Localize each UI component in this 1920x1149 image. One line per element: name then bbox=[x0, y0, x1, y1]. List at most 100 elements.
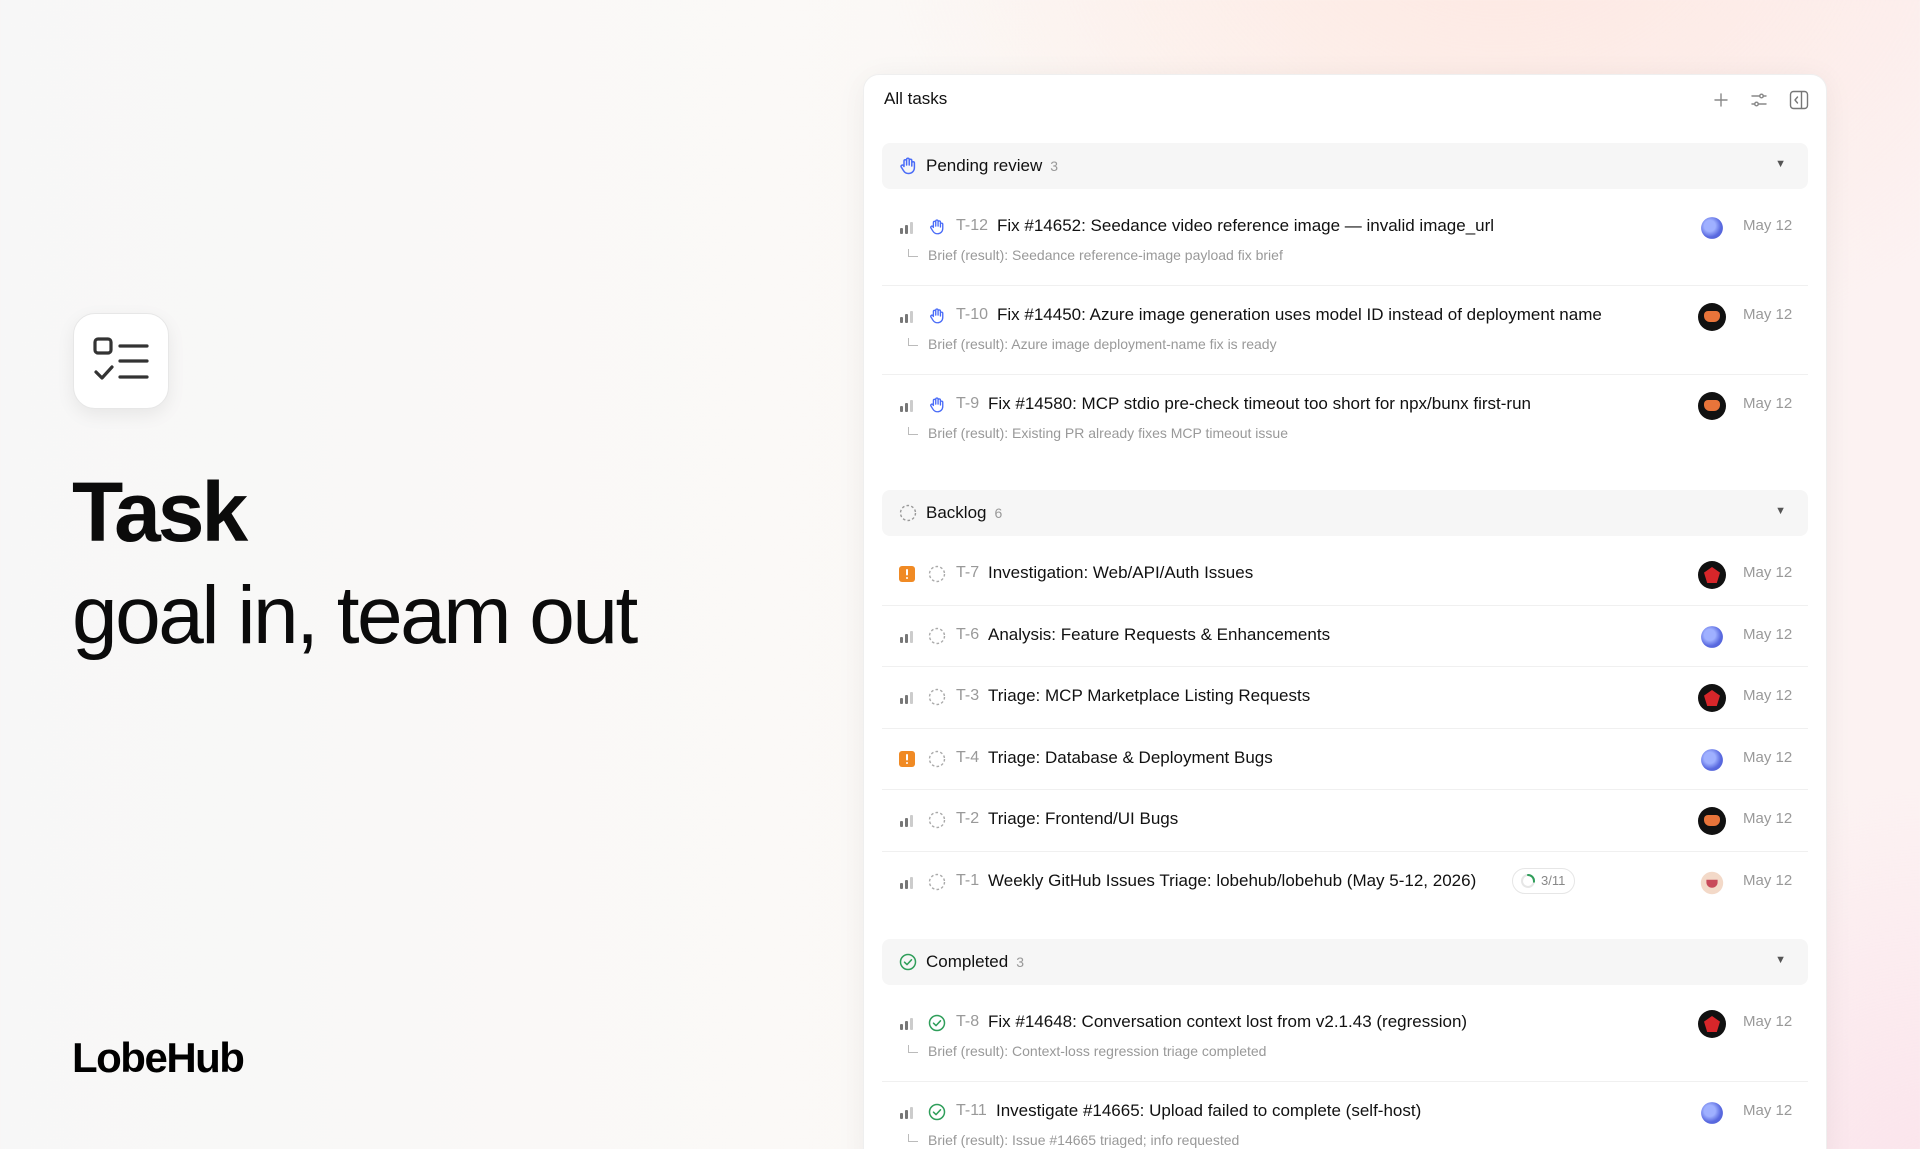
task-row[interactable]: T-3 Triage: MCP Marketplace Listing Requ… bbox=[882, 667, 1808, 729]
priority-bars-icon[interactable] bbox=[899, 689, 915, 705]
assignee-avatar[interactable] bbox=[1698, 684, 1726, 712]
panel-header: All tasks bbox=[864, 75, 1826, 123]
dashed-circle-icon[interactable] bbox=[928, 688, 946, 706]
dashed-circle-icon[interactable] bbox=[928, 873, 946, 891]
hand-icon[interactable] bbox=[928, 307, 946, 325]
caret-down-icon[interactable]: ▼ bbox=[1775, 954, 1786, 966]
check-circle-icon[interactable] bbox=[928, 1103, 946, 1121]
task-id: T-2 bbox=[956, 810, 980, 827]
task-title[interactable]: Fix #14648: Conversation context lost fr… bbox=[988, 1012, 1467, 1032]
dashed-circle-icon bbox=[898, 503, 918, 523]
task-date: May 12 bbox=[1743, 810, 1793, 827]
task-title[interactable]: Fix #14580: MCP stdio pre-check timeout … bbox=[988, 394, 1531, 414]
group-name: Pending review bbox=[926, 156, 1043, 175]
dashed-circle-icon[interactable] bbox=[928, 811, 946, 829]
check-circle-icon bbox=[898, 952, 918, 972]
assignee-avatar[interactable] bbox=[1701, 217, 1723, 239]
filter-button[interactable] bbox=[1746, 87, 1772, 113]
caret-down-icon[interactable]: ▼ bbox=[1775, 158, 1786, 170]
task-id: T-3 bbox=[956, 687, 980, 704]
task-id: T-8 bbox=[956, 1013, 980, 1030]
hero-subtitle: goal in, team out bbox=[72, 570, 638, 661]
add-task-button[interactable] bbox=[1708, 87, 1734, 113]
task-title[interactable]: Investigation: Web/API/Auth Issues bbox=[988, 563, 1253, 583]
task-row[interactable]: T-11 Investigate #14665: Upload failed t… bbox=[882, 1082, 1808, 1149]
task-title[interactable]: Weekly GitHub Issues Triage: lobehub/lob… bbox=[988, 871, 1476, 891]
task-date: May 12 bbox=[1743, 395, 1793, 412]
task-id: T-4 bbox=[956, 748, 980, 766]
priority-bars-icon[interactable] bbox=[899, 812, 915, 828]
assignee-avatar[interactable] bbox=[1701, 625, 1723, 648]
task-id: T-10 bbox=[956, 306, 989, 323]
task-title[interactable]: Triage: Frontend/UI Bugs bbox=[988, 809, 1178, 829]
task-title[interactable]: Triage: Database & Deployment Bugs bbox=[988, 748, 1273, 768]
task-row[interactable]: T-6 Analysis: Feature Requests & Enhance… bbox=[882, 606, 1808, 667]
task-title[interactable]: Triage: MCP Marketplace Listing Requests bbox=[988, 686, 1310, 706]
task-row[interactable]: T-1 Weekly GitHub Issues Triage: lobehub… bbox=[882, 852, 1808, 914]
hand-icon[interactable] bbox=[928, 218, 946, 236]
hand-icon bbox=[898, 156, 918, 176]
group-pending-review[interactable]: Pending review 3 ▼ bbox=[882, 143, 1808, 189]
group-count: 3 bbox=[1016, 954, 1025, 970]
task-row[interactable]: T-2 Triage: Frontend/UI Bugs May 12 bbox=[882, 790, 1808, 852]
hand-icon[interactable] bbox=[928, 396, 946, 414]
priority-bars-icon[interactable] bbox=[899, 308, 915, 324]
priority-bars-icon[interactable] bbox=[899, 219, 915, 235]
priority-bars-icon[interactable] bbox=[899, 628, 915, 644]
task-id: T-1 bbox=[956, 871, 980, 889]
task-date: May 12 bbox=[1743, 625, 1793, 643]
task-title[interactable]: Fix #14450: Azure image generation uses … bbox=[997, 305, 1602, 325]
task-brief-text: Brief (result): Issue #14665 triaged; in… bbox=[928, 1132, 1240, 1148]
urgent-icon[interactable] bbox=[899, 750, 915, 767]
task-row[interactable]: T-9 Fix #14580: MCP stdio pre-check time… bbox=[882, 375, 1808, 464]
task-brief-text: Brief (result): Existing PR already fixe… bbox=[928, 425, 1288, 441]
assignee-avatar[interactable] bbox=[1698, 1010, 1726, 1038]
assignee-avatar[interactable] bbox=[1698, 561, 1726, 589]
task-row[interactable]: T-12 Fix #14652: Seedance video referenc… bbox=[882, 197, 1808, 286]
task-id: T-7 bbox=[956, 564, 980, 581]
task-title-text: Fix #14580: MCP stdio pre-check timeout … bbox=[988, 394, 1531, 413]
plus-icon bbox=[1714, 93, 1728, 107]
task-brief-text: Brief (result): Azure image deployment-n… bbox=[928, 336, 1277, 352]
task-title[interactable]: Analysis: Feature Requests & Enhancement… bbox=[988, 625, 1330, 645]
task-title[interactable]: Investigate #14665: Upload failed to com… bbox=[996, 1101, 1421, 1121]
dashed-circle-icon[interactable] bbox=[928, 565, 946, 583]
checklist-icon bbox=[93, 337, 149, 380]
priority-bars-icon[interactable] bbox=[899, 874, 915, 890]
task-date: May 12 bbox=[1743, 748, 1793, 766]
assignee-avatar[interactable] bbox=[1701, 748, 1723, 771]
task-date: May 12 bbox=[1743, 306, 1793, 323]
task-brief: Brief (result): Existing PR already fixe… bbox=[908, 425, 1288, 441]
task-brief: Brief (result): Context-loss regression … bbox=[908, 1043, 1266, 1059]
toggle-sidebar-button[interactable] bbox=[1786, 87, 1812, 113]
brand-logo: LobeHub bbox=[72, 1034, 245, 1081]
assignee-avatar[interactable] bbox=[1700, 871, 1724, 894]
subtask-progress[interactable]: 3/11 bbox=[1512, 867, 1576, 894]
caret-down-icon[interactable]: ▼ bbox=[1775, 505, 1786, 517]
task-title[interactable]: Fix #14652: Seedance video reference ima… bbox=[997, 216, 1494, 236]
group-backlog[interactable]: Backlog 6 ▼ bbox=[882, 490, 1808, 536]
dashed-circle-icon[interactable] bbox=[928, 627, 946, 645]
group-completed[interactable]: Completed 3 ▼ bbox=[882, 939, 1808, 985]
check-circle-icon[interactable] bbox=[928, 1014, 946, 1032]
task-row[interactable]: T-10 Fix #14450: Azure image generation … bbox=[882, 286, 1808, 375]
task-panel: All tasks Pending review 3 ▼ T-12 Fix #1… bbox=[863, 74, 1827, 1149]
task-date: May 12 bbox=[1743, 687, 1793, 704]
task-date: May 12 bbox=[1743, 564, 1793, 581]
group-name: Completed bbox=[926, 952, 1009, 971]
panel-collapse-icon bbox=[1789, 90, 1809, 110]
priority-bars-icon[interactable] bbox=[899, 1104, 915, 1120]
task-row[interactable]: T-4 Triage: Database & Deployment Bugs M… bbox=[882, 729, 1808, 790]
priority-bars-icon[interactable] bbox=[899, 1015, 915, 1031]
task-row[interactable]: T-8 Fix #14648: Conversation context los… bbox=[882, 993, 1808, 1082]
assignee-avatar[interactable] bbox=[1698, 807, 1726, 835]
progress-ring-icon bbox=[1521, 873, 1535, 888]
assignee-avatar[interactable] bbox=[1698, 392, 1726, 420]
task-id: T-9 bbox=[956, 395, 980, 412]
task-row[interactable]: T-7 Investigation: Web/API/Auth Issues M… bbox=[882, 544, 1808, 606]
priority-bars-icon[interactable] bbox=[899, 397, 915, 413]
dashed-circle-icon[interactable] bbox=[928, 750, 946, 768]
assignee-avatar[interactable] bbox=[1701, 1102, 1723, 1124]
urgent-icon[interactable] bbox=[899, 566, 915, 582]
assignee-avatar[interactable] bbox=[1698, 303, 1726, 331]
